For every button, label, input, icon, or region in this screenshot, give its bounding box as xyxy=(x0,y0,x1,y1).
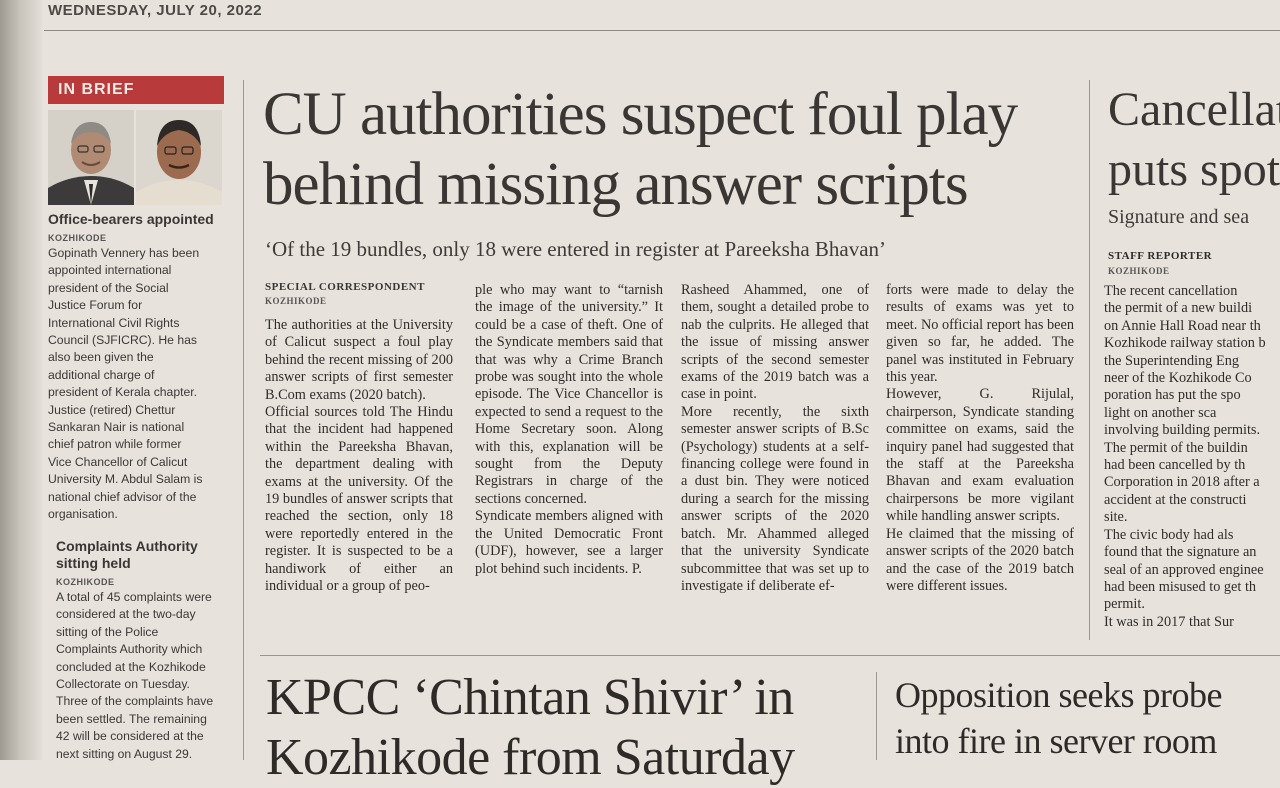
bottom-rule xyxy=(260,655,1280,656)
bottom-left-headline: KPCC ‘Chintan Shivir’ in Kozhikode from … xyxy=(266,669,795,786)
bottom-column-divider xyxy=(876,672,877,760)
column-divider-right xyxy=(1089,80,1090,640)
column-divider xyxy=(243,80,244,760)
right-headline: Cancellat puts spot xyxy=(1108,83,1280,196)
right-body: The recent cancellation the permit of a … xyxy=(1104,283,1266,630)
right-dateline: KOZHIKODE xyxy=(1108,266,1170,276)
dateline: WEDNESDAY, JULY 20, 2022 xyxy=(48,2,263,19)
main-deck: ‘Of the 19 bundles, only 18 were entered… xyxy=(265,237,887,261)
main-byline: SPECIAL CORRESPONDENT xyxy=(265,281,425,293)
main-column-4: forts were made to delay the results of … xyxy=(886,282,1074,594)
brief-dateline-1: KOZHIKODE xyxy=(48,233,107,243)
main-column-2: ple who may want to “tarnish the image o… xyxy=(475,282,663,577)
brief-headline-2: Complaints Authority sitting held xyxy=(56,538,198,571)
portrait-photo-right xyxy=(136,110,222,205)
main-dateline: KOZHIKODE xyxy=(265,296,327,306)
portrait-photo-left xyxy=(48,110,134,205)
page-fold-shadow xyxy=(0,0,42,760)
right-deck: Signature and sea xyxy=(1108,206,1250,228)
main-headline: CU authorities suspect foul play behind … xyxy=(263,81,1018,218)
main-column-1: The authorities at the University of Cal… xyxy=(265,317,453,595)
brief-dateline-2: KOZHIKODE xyxy=(56,577,115,587)
brief-body-1: Gopinath Vennery has been appointed inte… xyxy=(48,246,203,522)
brief-body-2: A total of 45 complaints were considered… xyxy=(56,590,214,761)
bottom-right-headline: Opposition seeks probe into fire in serv… xyxy=(895,675,1222,761)
top-rule xyxy=(44,30,1280,31)
in-brief-tag: IN BRIEF xyxy=(48,76,224,104)
main-column-3: Rasheed Ahammed, one of them, sought a d… xyxy=(681,282,869,594)
right-byline: STAFF REPORTER xyxy=(1108,250,1213,262)
brief-headline-1: Office-bearers appointed xyxy=(48,211,214,227)
